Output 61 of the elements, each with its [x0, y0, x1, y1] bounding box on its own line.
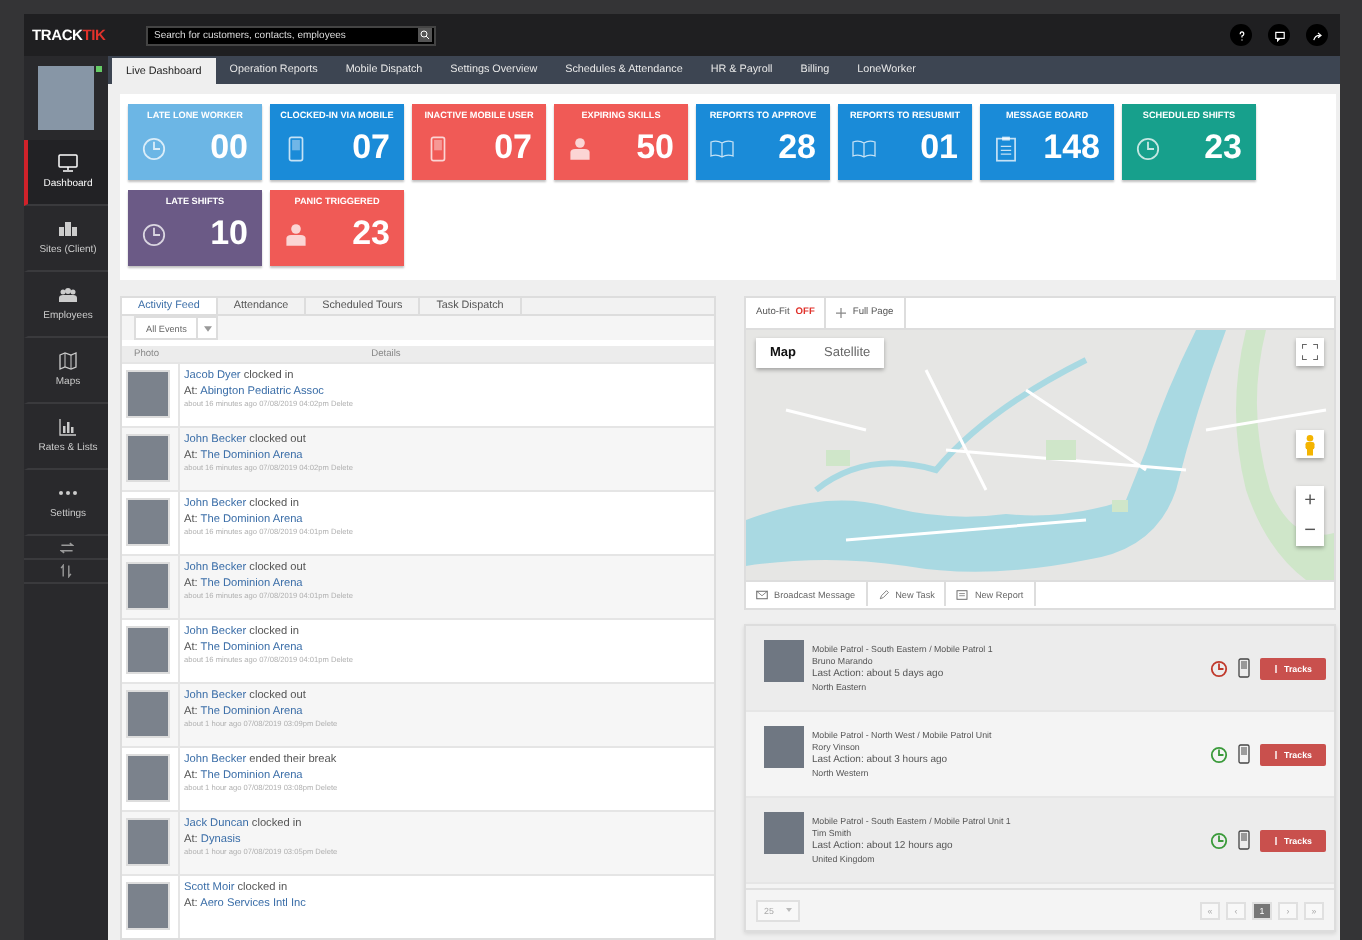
- marker-icon: [1274, 663, 1279, 673]
- mobile-phone-icon: [426, 135, 450, 161]
- online-status-icon: [96, 66, 102, 72]
- people-icon: [58, 286, 78, 304]
- photo-placeholder: [126, 370, 170, 418]
- tile-count: 07: [352, 128, 390, 168]
- tile-count: 10: [210, 214, 248, 254]
- open-book-icon: [852, 135, 876, 161]
- zoom-in-button[interactable]: +: [1296, 486, 1324, 516]
- tile-count: 23: [1204, 128, 1242, 168]
- chat-icon: [1273, 29, 1285, 41]
- tile-count: 01: [920, 128, 958, 168]
- mobile-phone-icon: [284, 135, 308, 161]
- marker-icon: [1274, 749, 1279, 759]
- help-icon: [1235, 29, 1247, 41]
- tile-count: 23: [352, 214, 390, 254]
- sort-arrows-icon: [60, 564, 72, 578]
- document-icon: [956, 589, 969, 599]
- chat-button[interactable]: [1268, 24, 1290, 46]
- mobile-phone-icon: [1238, 658, 1250, 678]
- clock-icon: [1136, 135, 1160, 161]
- zoom-out-button[interactable]: −: [1296, 516, 1324, 546]
- caret-icon: [785, 908, 792, 912]
- tile-count: 28: [778, 128, 816, 168]
- fullscreen-button[interactable]: [1296, 338, 1324, 366]
- photo-placeholder: [126, 498, 170, 546]
- open-book-icon: [710, 135, 734, 161]
- share-icon: [1311, 29, 1323, 41]
- photo-placeholder: [126, 882, 170, 930]
- bar-chart-icon: [58, 418, 78, 436]
- search-icon: [420, 30, 430, 40]
- tile-count: 50: [636, 128, 674, 168]
- monitor-icon: [58, 154, 78, 172]
- help-button[interactable]: [1230, 24, 1252, 46]
- pegman-icon: [1304, 433, 1316, 455]
- mobile-phone-icon: [1238, 830, 1250, 850]
- clipboard-icon: [994, 135, 1018, 161]
- photo-placeholder: [126, 754, 170, 802]
- map-icon: [58, 352, 78, 370]
- photo-placeholder: [764, 812, 804, 854]
- photo-placeholder: [126, 626, 170, 674]
- clock-icon: [142, 221, 166, 247]
- photo-placeholder: [764, 640, 804, 682]
- person-icon: [568, 135, 592, 161]
- mobile-phone-icon: [1238, 744, 1250, 764]
- fullscreen-icon: [1302, 344, 1318, 360]
- expand-icon: [836, 308, 847, 318]
- tile-count: 00: [210, 128, 248, 168]
- tile-count: 07: [494, 128, 532, 168]
- pencil-icon: [877, 589, 890, 599]
- photo-placeholder: [764, 726, 804, 768]
- caret-icon: [203, 325, 212, 331]
- person-icon: [284, 221, 308, 247]
- swap-arrows-icon: [59, 541, 73, 553]
- marker-icon: [1274, 835, 1279, 845]
- tile-count: 148: [1043, 128, 1100, 168]
- search-button[interactable]: [418, 28, 432, 42]
- share-button[interactable]: [1306, 24, 1328, 46]
- clock-icon: [142, 135, 166, 161]
- envelope-icon: [756, 589, 768, 599]
- buildings-icon: [58, 220, 78, 238]
